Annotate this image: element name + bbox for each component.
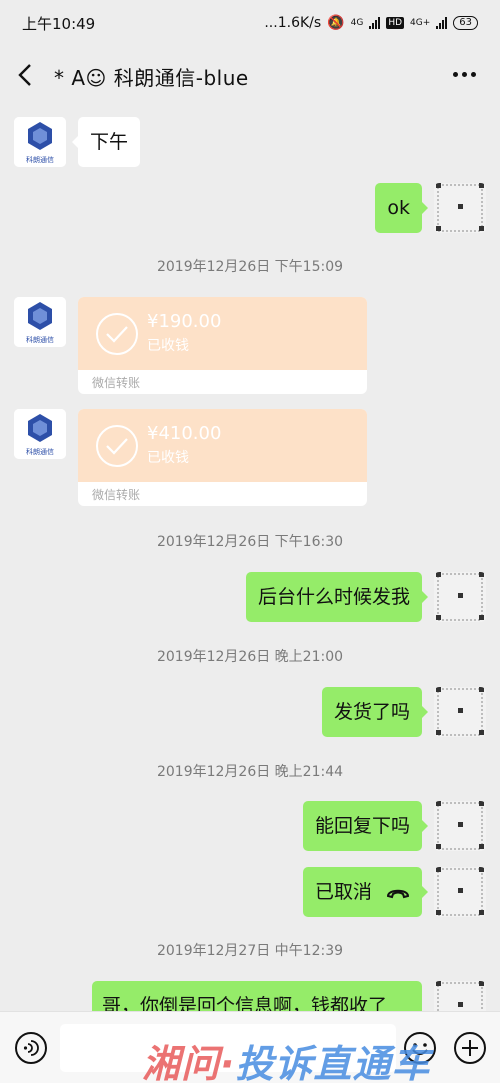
my-avatar[interactable] bbox=[434, 572, 486, 622]
status-time: 上午10:49 bbox=[22, 14, 96, 33]
message-bubble[interactable]: 能回复下吗 bbox=[302, 801, 429, 851]
transfer-card[interactable]: ¥190.00 已收钱 微信转账 bbox=[78, 297, 367, 394]
transfer-received-icon bbox=[96, 425, 138, 467]
my-avatar[interactable] bbox=[434, 981, 486, 1011]
message-bubble[interactable]: 哥，你倒是回个信息啊，钱都收了 bbox=[92, 981, 422, 1011]
plus-more-icon[interactable] bbox=[453, 1031, 487, 1065]
transfer-status: 已收钱 bbox=[147, 338, 189, 354]
svg-text:科朗通信: 科朗通信 bbox=[26, 155, 54, 164]
transfer-amount: ¥190.00 bbox=[147, 311, 222, 332]
mute-bell-icon: 🔕 bbox=[327, 15, 345, 31]
contact-avatar[interactable]: 科朗通信 bbox=[14, 297, 66, 347]
my-avatar[interactable] bbox=[434, 801, 486, 851]
transfer-card[interactable]: ¥410.00 已收钱 微信转账 bbox=[78, 409, 367, 506]
network-label-2: 4G+ bbox=[410, 18, 431, 28]
transfer-label: 微信转账 bbox=[92, 488, 141, 502]
transfer-received-icon bbox=[96, 313, 138, 355]
message-bubble[interactable]: ok bbox=[375, 183, 428, 233]
hd-badge: HD bbox=[386, 17, 405, 29]
contact-avatar[interactable]: 科朗通信 bbox=[14, 117, 66, 167]
message-timestamp: 2019年12月26日 下午16:30 bbox=[156, 534, 344, 550]
message-bubble[interactable]: 后台什么时候发我 bbox=[245, 572, 429, 622]
message-timestamp: 2019年12月26日 下午15:09 bbox=[156, 259, 344, 275]
voice-input-icon[interactable] bbox=[14, 1031, 48, 1065]
chat-header: * A☺ 科朗通信-blue bbox=[0, 46, 500, 104]
my-avatar[interactable] bbox=[434, 183, 486, 233]
phone-hangup-icon bbox=[386, 889, 410, 898]
message-timestamp: 2019年12月26日 晚上21:44 bbox=[156, 764, 344, 780]
my-avatar[interactable] bbox=[434, 687, 486, 737]
transfer-amount: ¥410.00 bbox=[147, 423, 222, 444]
network-label-1: 4G bbox=[350, 18, 364, 28]
more-options-icon[interactable] bbox=[453, 72, 476, 77]
message-bubble[interactable]: 下午 bbox=[71, 117, 141, 167]
back-arrow-icon[interactable] bbox=[16, 63, 36, 87]
call-status-text: 已取消 bbox=[314, 881, 372, 903]
svg-text:科朗通信: 科朗通信 bbox=[26, 447, 54, 456]
contact-avatar[interactable]: 科朗通信 bbox=[14, 409, 66, 459]
network-speed: ...1.6K/s bbox=[264, 15, 322, 31]
chat-message-list[interactable]: 科朗通信 下午 ok 2019年12月26日 下午15:09 科朗通信 ¥190… bbox=[0, 104, 500, 1011]
status-bar: 上午10:49 ...1.6K/s 🔕 4G HD 4G+ 63 bbox=[0, 0, 500, 46]
battery-level: 63 bbox=[453, 16, 478, 30]
message-bubble[interactable]: 发货了吗 bbox=[321, 687, 429, 737]
signal-icon bbox=[369, 17, 381, 29]
transfer-status: 已收钱 bbox=[147, 450, 189, 466]
voice-call-record[interactable]: 已取消 bbox=[302, 867, 429, 917]
my-avatar[interactable] bbox=[434, 867, 486, 917]
message-timestamp: 2019年12月26日 晚上21:00 bbox=[156, 649, 344, 665]
svg-text:科朗通信: 科朗通信 bbox=[26, 335, 54, 344]
chat-title: * A☺ 科朗通信-blue bbox=[54, 66, 249, 90]
watermark-logo: 湘问·投诉直通车 bbox=[142, 1042, 431, 1083]
transfer-label: 微信转账 bbox=[92, 376, 141, 390]
status-indicators: ...1.6K/s 🔕 4G HD 4G+ 63 bbox=[264, 15, 478, 31]
message-timestamp: 2019年12月27日 中午12:39 bbox=[156, 943, 344, 959]
signal-icon-2 bbox=[436, 17, 448, 29]
